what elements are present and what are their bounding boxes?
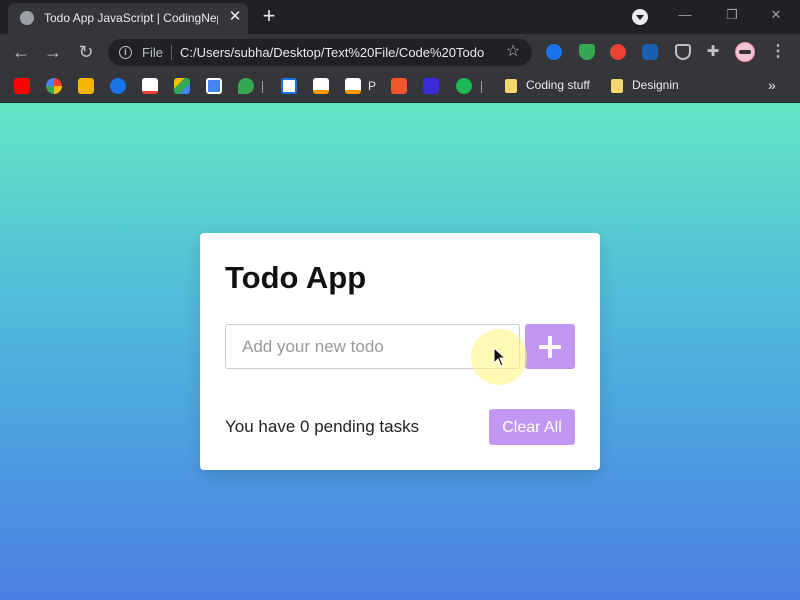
pending-suffix: pending tasks	[309, 417, 420, 436]
back-button[interactable]: ←	[10, 41, 32, 63]
add-todo-button[interactable]	[525, 324, 575, 369]
folder-icon	[611, 79, 623, 93]
bookmarks-overflow-icon[interactable]: »	[768, 77, 776, 93]
shield-extension-icon[interactable]	[579, 44, 595, 60]
minimize-button[interactable]: —	[672, 4, 698, 26]
restore-button[interactable]: ❐	[719, 4, 745, 26]
messages-bookmark-icon[interactable]	[110, 78, 126, 94]
bookmark-letter-p[interactable]: P	[368, 79, 376, 93]
active-tab[interactable]: Todo App JavaScript | CodingNepal ✕	[8, 3, 248, 34]
keep-bookmark-icon[interactable]	[78, 78, 94, 94]
todo-card: Todo App You have 0 pending tasks Clear …	[200, 233, 600, 470]
profile-avatar[interactable]	[735, 42, 755, 62]
amazon-bookmark-icon[interactable]	[345, 78, 361, 94]
drive-bookmark-icon[interactable]	[174, 78, 190, 94]
mouse-cursor-icon	[493, 347, 507, 367]
stop-extension-icon[interactable]	[610, 44, 626, 60]
globe-icon	[20, 11, 34, 25]
pending-prefix: You have	[225, 417, 300, 436]
app-title: Todo App	[225, 260, 367, 295]
bookmark-separator	[481, 81, 482, 93]
scheme-label: File	[142, 45, 163, 60]
analytics-bookmark-icon[interactable]	[423, 78, 439, 94]
folder-icon	[505, 79, 517, 93]
folder-label: Designin	[632, 78, 679, 92]
plus-icon	[539, 336, 561, 358]
omnibox-divider	[171, 45, 172, 60]
folder-label: Coding stuff	[526, 78, 590, 92]
tab-close-icon[interactable]: ✕	[226, 8, 244, 26]
tab-search-icon[interactable]	[632, 9, 648, 25]
gmail-bookmark-icon[interactable]	[142, 78, 158, 94]
extensions-puzzle-icon[interactable]: ✚	[705, 44, 721, 60]
amazon-bookmark-icon[interactable]	[313, 78, 329, 94]
browser-toolbar: ← → ↻ i File C:/Users/subha/Desktop/Text…	[0, 34, 800, 70]
window-close-button[interactable]: ✕	[763, 4, 789, 26]
page-viewport: Todo App You have 0 pending tasks Clear …	[0, 103, 800, 600]
extension-icon[interactable]	[546, 44, 562, 60]
pocket-icon[interactable]	[675, 44, 691, 60]
calendar-bookmark-icon[interactable]	[206, 78, 222, 94]
pending-tasks-text: You have 0 pending tasks	[225, 417, 419, 437]
maps-bookmark-icon[interactable]	[238, 78, 254, 94]
spotify-bookmark-icon[interactable]	[456, 78, 472, 94]
clear-all-button[interactable]: Clear All	[489, 409, 575, 445]
bookmarks-bar: P Coding stuff Designin »	[0, 70, 800, 103]
address-bar[interactable]: i File C:/Users/subha/Desktop/Text%20Fil…	[108, 39, 532, 66]
info-icon[interactable]: i	[119, 46, 132, 59]
new-tab-button[interactable]: +	[258, 5, 280, 28]
bookmark-star-icon[interactable]: ☆	[504, 43, 522, 61]
trello-extension-icon[interactable]	[642, 44, 658, 60]
bookmark-separator	[262, 81, 263, 93]
youtube-bookmark-icon[interactable]	[14, 78, 30, 94]
grammarly-bookmark-icon[interactable]	[391, 78, 407, 94]
menu-dots-icon[interactable]: ⋮	[770, 42, 786, 62]
reload-button[interactable]: ↻	[75, 41, 97, 63]
tab-strip: Todo App JavaScript | CodingNepal ✕ + — …	[0, 0, 800, 34]
tasks-bookmark-icon[interactable]	[281, 78, 297, 94]
url-text[interactable]: C:/Users/subha/Desktop/Text%20File/Code%…	[180, 45, 498, 60]
forward-button[interactable]: →	[42, 41, 64, 63]
tab-title: Todo App JavaScript | CodingNepal	[44, 11, 218, 25]
photos-bookmark-icon[interactable]	[46, 78, 62, 94]
